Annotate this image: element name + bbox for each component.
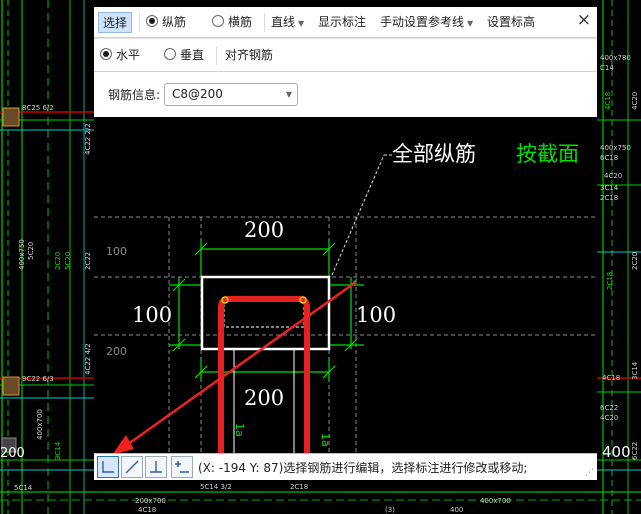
- svg-text:6C18: 6C18: [600, 154, 618, 162]
- svg-text:6C22: 6C22: [600, 404, 618, 412]
- svg-text:400x780: 400x780: [600, 54, 631, 62]
- svg-text:4C18: 4C18: [602, 374, 620, 382]
- corner-line-tool-icon[interactable]: [97, 456, 119, 478]
- svg-text:4C22 2/2: 4C22 2/2: [84, 123, 92, 155]
- secondary-toolbar: 水平 垂直 对齐钢筋: [94, 38, 597, 72]
- radio-unchecked-icon: [212, 15, 224, 27]
- svg-text:400x700: 400x700: [36, 409, 44, 440]
- svg-text:4C20: 4C20: [631, 92, 639, 110]
- separator: [216, 46, 217, 65]
- svg-text:2C20: 2C20: [54, 252, 62, 270]
- add-point-tool-icon[interactable]: [171, 456, 193, 478]
- dimension-left[interactable]: 100: [132, 303, 172, 327]
- svg-text:200x700: 200x700: [135, 497, 166, 505]
- dropdown-arrow-icon: ▼: [467, 19, 474, 28]
- manual-ref-line-dropdown[interactable]: 手动设置参考线 ▼: [380, 12, 473, 33]
- svg-text:400x750: 400x750: [18, 239, 26, 270]
- svg-text:2C18: 2C18: [606, 272, 614, 290]
- svg-text:5C14 3/2: 5C14 3/2: [200, 483, 232, 491]
- svg-text:400x750: 400x750: [600, 144, 631, 152]
- rebar-info-panel: 钢筋信息: C8@200 ▼: [94, 72, 597, 118]
- vertical-label: 1a: [319, 433, 332, 447]
- rebar-info-select[interactable]: C8@200 ▼: [164, 83, 298, 106]
- align-rebar-button[interactable]: 对齐钢筋: [225, 45, 273, 66]
- svg-text:4C20: 4C20: [600, 414, 618, 422]
- svg-text:9C22 6/3: 9C22 6/3: [22, 375, 54, 383]
- svg-text:5C14: 5C14: [14, 484, 33, 492]
- svg-text:400: 400: [602, 443, 631, 461]
- svg-text:3C14: 3C14: [54, 441, 62, 460]
- svg-text:5C20: 5C20: [27, 242, 35, 260]
- grid-label: 100: [106, 245, 127, 258]
- grid-label: 200: [106, 345, 127, 358]
- radio-checked-icon: [146, 15, 158, 27]
- rebar-edit-dialog: 选择 纵筋 横筋 直线 ▼ 显示标注 手动设置参考线 ▼ 设置标高 × 水平 垂直 …: [94, 7, 597, 480]
- svg-text:2C20: 2C20: [631, 252, 639, 270]
- main-toolbar: 选择 纵筋 横筋 直线 ▼ 显示标注 手动设置参考线 ▼ 设置标高 ×: [94, 7, 597, 38]
- status-bar: (X: -194 Y: 87)选择钢筋进行编辑，选择标注进行修改或移动; ⋰: [94, 453, 597, 480]
- dimension-top[interactable]: 200: [244, 218, 284, 242]
- svg-text:200: 200: [0, 446, 25, 461]
- radio-checked-icon: [100, 48, 112, 60]
- radio-unchecked-icon: [164, 48, 176, 60]
- resize-grip-icon[interactable]: ⋰: [585, 468, 594, 478]
- line-type-dropdown[interactable]: 直线 ▼: [271, 12, 304, 33]
- svg-text:6C22: 6C22: [631, 442, 639, 460]
- svg-text:8C25 6/2: 8C25 6/2: [22, 104, 54, 112]
- svg-text:3C14: 3C14: [600, 184, 619, 192]
- dimension-right[interactable]: 100: [356, 303, 396, 327]
- chevron-down-icon: ▼: [285, 90, 292, 99]
- diagonal-line-tool-icon[interactable]: [121, 456, 143, 478]
- perpendicular-tool-icon[interactable]: [145, 456, 167, 478]
- select-button[interactable]: 选择: [98, 12, 133, 33]
- svg-text:2C18: 2C18: [600, 194, 618, 202]
- vertical-radio[interactable]: 垂直: [164, 45, 204, 66]
- status-message: (X: -194 Y: 87)选择钢筋进行编辑，选择标注进行修改或移动;: [198, 461, 528, 475]
- longitudinal-radio[interactable]: 纵筋: [146, 12, 186, 33]
- horizontal-radio[interactable]: 水平: [100, 45, 140, 66]
- svg-text:400x700: 400x700: [480, 497, 511, 505]
- rebar-info-label: 钢筋信息:: [108, 88, 161, 102]
- all-longitudinal-label[interactable]: 全部纵筋: [392, 142, 476, 166]
- svg-text:3C14: 3C14: [631, 361, 639, 380]
- set-elevation-button[interactable]: 设置标高: [487, 12, 535, 33]
- close-icon[interactable]: ×: [577, 10, 591, 31]
- transverse-radio[interactable]: 横筋: [212, 12, 252, 33]
- svg-text:C14: C14: [600, 64, 614, 72]
- svg-text:5C20: 5C20: [64, 252, 72, 270]
- svg-text:400: 400: [450, 506, 463, 514]
- by-section-label[interactable]: 按截面: [516, 142, 579, 166]
- dropdown-arrow-icon: ▼: [298, 19, 305, 28]
- dimension-bottom[interactable]: 200: [244, 386, 284, 410]
- section-drawing-canvas[interactable]: 100 200 200 200 100 100 1a 1a 全部纵筋 按截面: [94, 117, 597, 453]
- svg-text:4C20: 4C20: [604, 172, 622, 180]
- separator: [264, 13, 265, 32]
- svg-text:4C18: 4C18: [604, 92, 612, 110]
- show-labels-button[interactable]: 显示标注: [318, 12, 366, 33]
- svg-text:2C22: 2C22: [84, 252, 92, 270]
- svg-text:4C22 4/2: 4C22 4/2: [84, 343, 92, 375]
- separator: [139, 13, 140, 32]
- svg-text:4C18: 4C18: [138, 506, 156, 514]
- vertical-label: 1a: [233, 423, 246, 437]
- svg-text:2C18: 2C18: [290, 483, 308, 491]
- svg-text:(3): (3): [385, 506, 395, 514]
